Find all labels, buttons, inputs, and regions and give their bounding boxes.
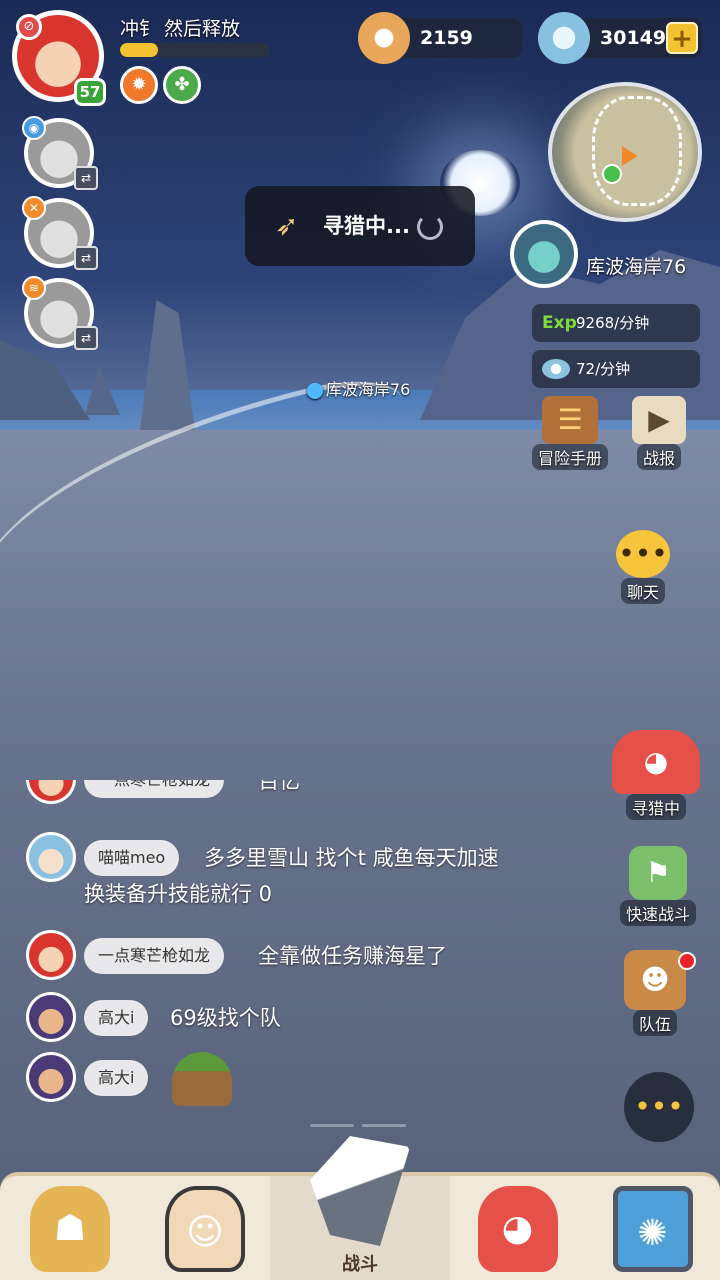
nav-companion[interactable]: ☺ bbox=[140, 1176, 270, 1280]
battle-report-label: 战报 bbox=[636, 444, 681, 470]
chat-button[interactable]: ••• 聊天 bbox=[604, 530, 682, 604]
caveman-icon: ☗ bbox=[30, 1186, 110, 1272]
chat-sender-name[interactable]: 高大i bbox=[84, 1000, 149, 1036]
loading-spinner-icon bbox=[417, 214, 443, 240]
chat-log[interactable]: 一点寒芒枪如龙 百亿 喵喵meo 多多里雪山 找个t 咸鱼每天加速 换装备升技能… bbox=[0, 780, 600, 1120]
rock bbox=[140, 300, 195, 430]
location-pet-avatar[interactable] bbox=[510, 220, 578, 288]
adventure-handbook-label: 冒险手册 bbox=[531, 444, 608, 470]
dragon-pet-portrait bbox=[514, 224, 574, 284]
team-button[interactable]: ☻ 队伍 bbox=[612, 950, 698, 1036]
claw-element-icon: ≋ bbox=[22, 276, 46, 300]
chat-avatar[interactable] bbox=[26, 930, 76, 980]
chat-avatar-portrait bbox=[29, 780, 73, 801]
clam-shell-icon bbox=[538, 12, 590, 64]
portal-icon: ✺ bbox=[612, 1186, 693, 1272]
chat-sender-name[interactable]: 一点寒芒枪如龙 bbox=[84, 780, 225, 798]
player-level-badge: 57 bbox=[74, 78, 106, 106]
pearl-shell-icon bbox=[358, 12, 410, 64]
open-chat-button[interactable]: ••• bbox=[624, 1072, 694, 1142]
nav-battle-label: 战斗 bbox=[342, 1254, 378, 1275]
chat-message-text: 换装备升技能就行 0 bbox=[84, 882, 273, 906]
hunting-status-banner: ➶ 寻猎中... bbox=[245, 186, 475, 266]
chat-avatar[interactable] bbox=[26, 780, 76, 804]
nav-portal[interactable]: ✺ bbox=[585, 1176, 720, 1280]
team-members-icon: ☻ bbox=[624, 950, 686, 1010]
chat-avatar-portrait bbox=[29, 933, 73, 977]
chat-message-text: 全靠做任务赚海星了 bbox=[258, 944, 447, 968]
add-currency-button[interactable]: + bbox=[666, 22, 698, 54]
red-dinosaur-icon: ◕ bbox=[477, 1186, 558, 1272]
bottom-navigation: ☗ ☺ 战斗 ◕ ✺ bbox=[0, 1136, 720, 1280]
exp-label: Exp bbox=[542, 313, 577, 333]
nav-battle[interactable]: 战斗 bbox=[270, 1136, 450, 1280]
book-icon: ☰ bbox=[542, 396, 598, 444]
hunting-button[interactable]: ◕ 寻猎中 bbox=[606, 730, 706, 820]
switch-icon[interactable]: ⇄ bbox=[74, 246, 98, 270]
clam-shell-icon bbox=[542, 359, 570, 379]
chat-avatar[interactable] bbox=[26, 1052, 76, 1102]
party-member-2[interactable]: ✕ ⇄ bbox=[22, 196, 98, 270]
shell-rate-pill: 72/分钟 bbox=[532, 350, 700, 388]
party-member-3[interactable]: ≋ ⇄ bbox=[22, 276, 98, 350]
direction-arrow-icon bbox=[622, 146, 638, 166]
minimap[interactable] bbox=[548, 82, 702, 222]
player-marker-icon bbox=[602, 164, 622, 184]
map-pin-text: 库波海岸76 bbox=[325, 380, 411, 399]
pearl-amount: 2159 bbox=[420, 27, 473, 49]
chat-avatar-portrait bbox=[29, 835, 73, 879]
hero-face-icon: ☺ bbox=[165, 1186, 245, 1272]
party-member-1[interactable]: ◉ ⇄ bbox=[22, 116, 98, 190]
shell-rate-value: 72/分钟 bbox=[576, 360, 631, 378]
chat-message-text: 69级找个队 bbox=[170, 1006, 281, 1030]
exp-rate-pill: Exp 9268/分钟 bbox=[532, 304, 700, 342]
switch-icon[interactable]: ⇄ bbox=[74, 326, 98, 350]
adventure-handbook-button[interactable]: ☰ 冒险手册 bbox=[530, 396, 610, 470]
no-sign-icon: ⊘ bbox=[16, 14, 42, 40]
chat-sender-name[interactable]: 高大i bbox=[84, 1060, 149, 1096]
turtle-buff-icon[interactable]: ✤ bbox=[163, 66, 201, 104]
quick-battle-button[interactable]: ⚑ 快速战斗 bbox=[612, 846, 704, 926]
chat-label: 聊天 bbox=[620, 578, 665, 604]
shell-currency[interactable]: 301499 + bbox=[538, 12, 702, 64]
battle-report-button[interactable]: ▶ 战报 bbox=[624, 396, 694, 470]
hunting-label: 寻猎中 bbox=[625, 794, 686, 820]
map-pin-icon: ⬤ bbox=[306, 380, 324, 399]
location-name: 库波海岸76 bbox=[586, 256, 687, 278]
turtle-sticker bbox=[172, 1052, 232, 1106]
water-element-icon: ◉ bbox=[22, 116, 46, 140]
switch-icon[interactable]: ⇄ bbox=[74, 166, 98, 190]
hunting-status-text: 寻猎中... bbox=[323, 214, 410, 238]
play-video-icon: ▶ bbox=[632, 396, 686, 444]
nav-character[interactable]: ☗ bbox=[0, 1176, 140, 1280]
map-location-label: ⬤ 库波海岸76 bbox=[306, 376, 410, 400]
chat-avatar[interactable] bbox=[26, 832, 76, 882]
chat-avatar-portrait bbox=[29, 995, 73, 1039]
chat-avatar-portrait bbox=[29, 1055, 73, 1099]
chat-bubble-icon: ••• bbox=[634, 1090, 684, 1123]
player-exp-fill bbox=[120, 43, 158, 57]
team-label: 队伍 bbox=[632, 1010, 677, 1036]
rock bbox=[0, 340, 90, 420]
player-name: 冲钅 然后释放 bbox=[120, 18, 241, 40]
notification-dot bbox=[678, 952, 696, 970]
sword-element-icon: ✕ bbox=[22, 196, 46, 220]
chat-sender-name[interactable]: 喵喵meo bbox=[84, 840, 180, 876]
exp-rate-value: 9268/分钟 bbox=[576, 314, 650, 332]
pearl-currency[interactable]: 2159 bbox=[358, 12, 522, 64]
horn-icon: ➶ bbox=[275, 209, 299, 242]
stone-statue-icon: ⚑ bbox=[629, 846, 687, 900]
page-indicator bbox=[310, 1124, 354, 1127]
fire-buff-icon[interactable]: ✹ bbox=[120, 66, 158, 104]
quick-battle-label: 快速战斗 bbox=[619, 900, 696, 926]
chat-message-text: 多多里雪山 找个t 咸鱼每天加速 bbox=[204, 846, 499, 870]
chat-avatar[interactable] bbox=[26, 992, 76, 1042]
red-dinosaur-icon: ◕ bbox=[612, 730, 700, 794]
chat-bubble-icon: ••• bbox=[616, 530, 670, 578]
player-exp-bar bbox=[120, 43, 270, 57]
page-indicator bbox=[362, 1124, 406, 1127]
nav-pets[interactable]: ◕ bbox=[450, 1176, 585, 1280]
chat-sender-name[interactable]: 一点寒芒枪如龙 bbox=[84, 938, 225, 974]
chat-message-text: 百亿 bbox=[258, 780, 300, 793]
